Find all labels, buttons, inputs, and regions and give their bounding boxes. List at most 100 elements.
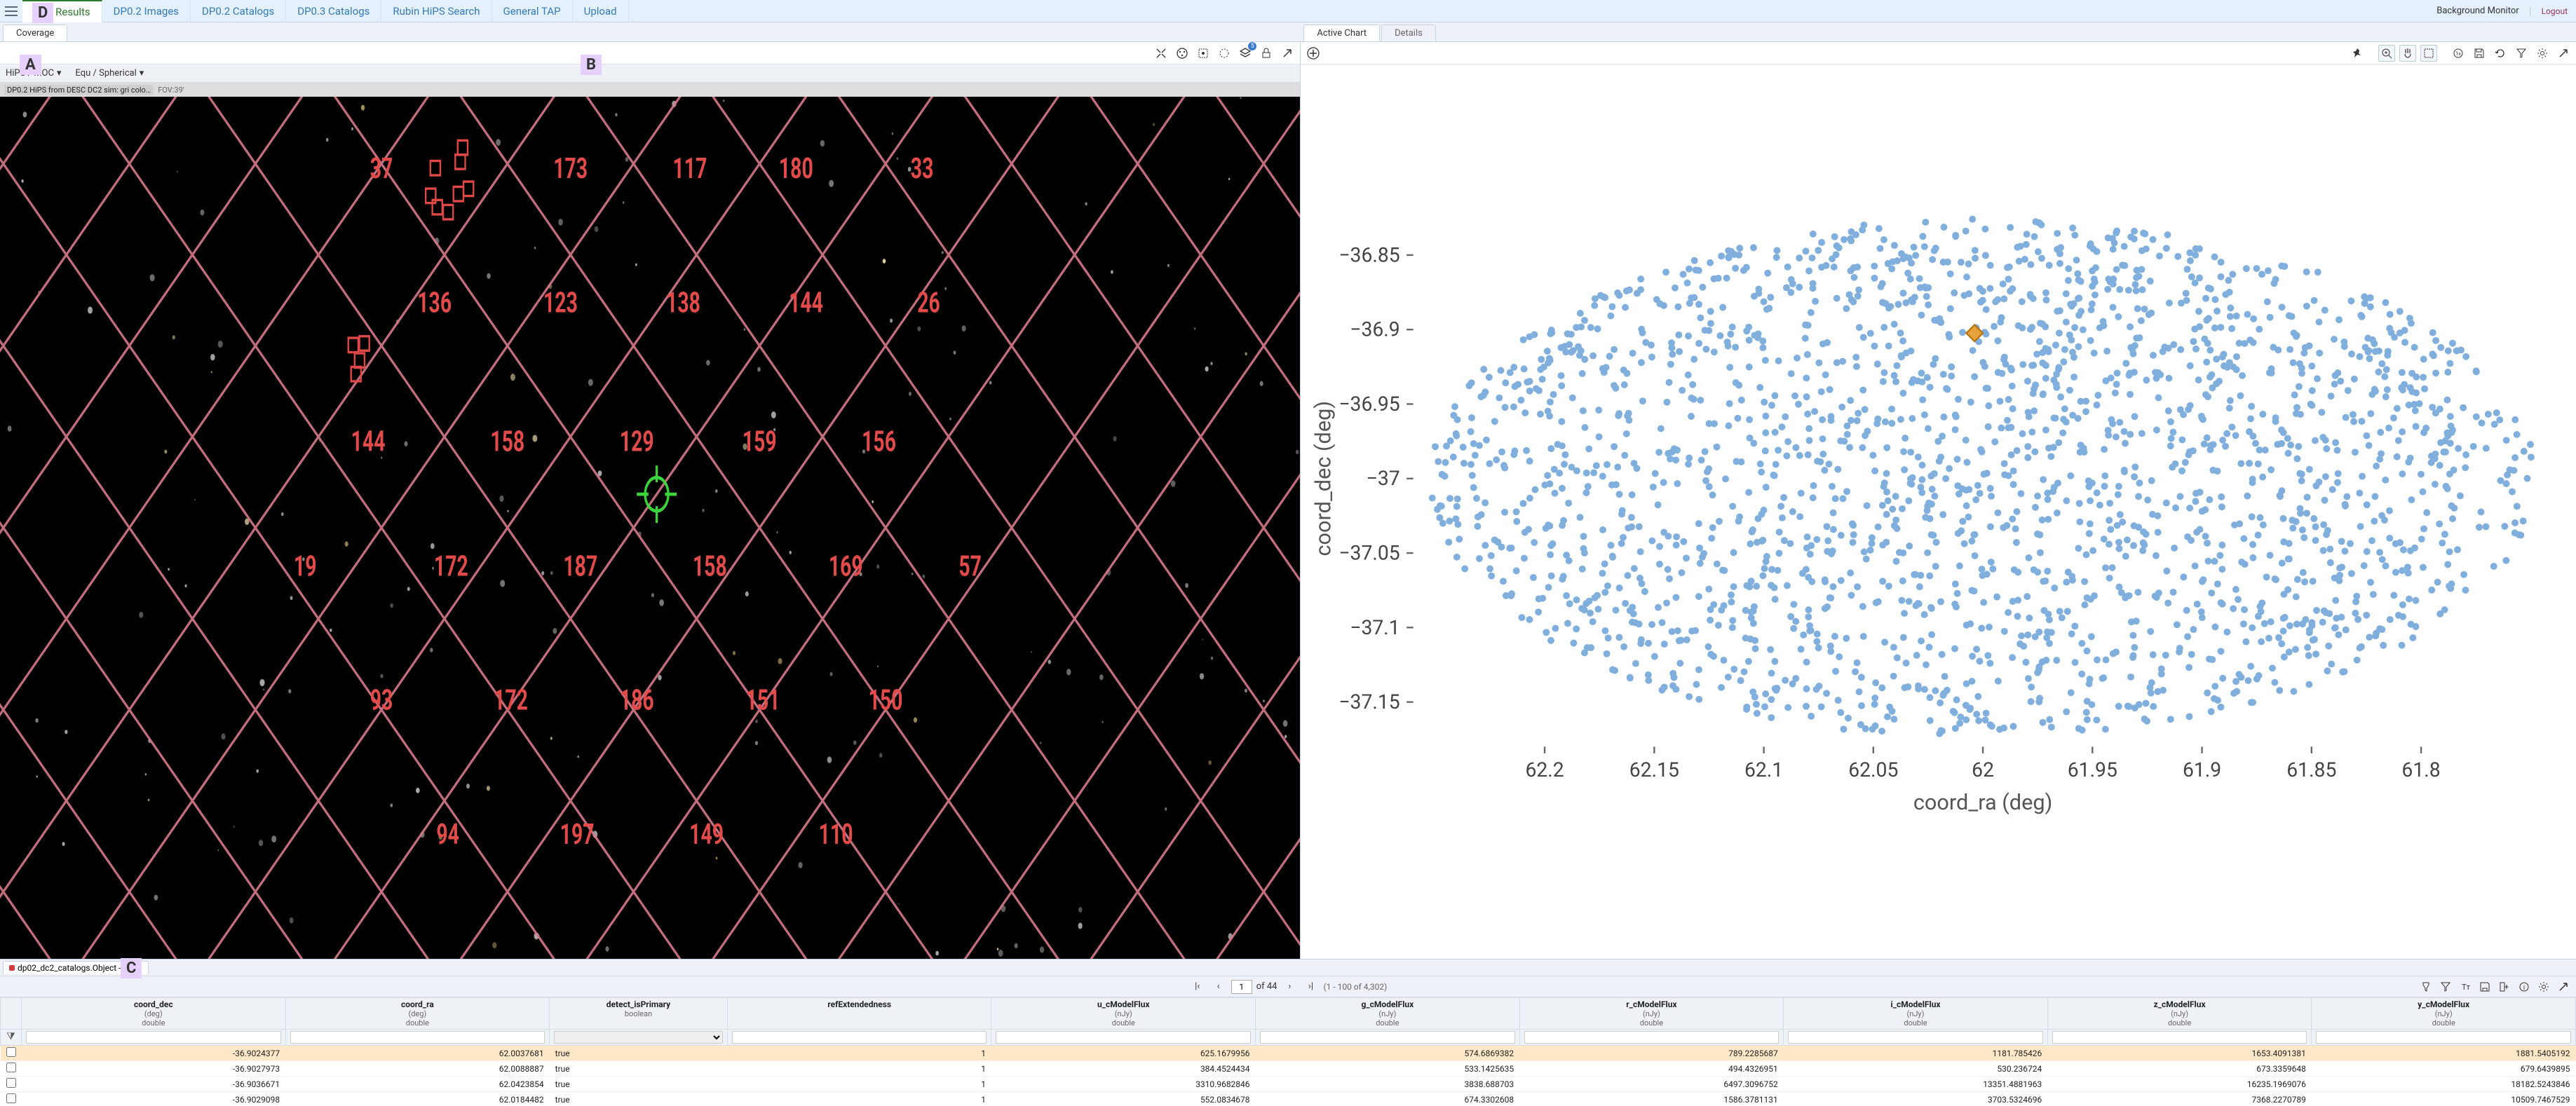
filter-input-z_cModelFlux[interactable] xyxy=(2052,1031,2307,1044)
svg-text:173: 173 xyxy=(553,151,588,186)
filter-input-coord_ra[interactable] xyxy=(290,1031,545,1044)
page-last-icon[interactable]: ›| xyxy=(1302,978,1319,995)
tab-dp03-catalogs[interactable]: DP0.3 Catalogs xyxy=(286,0,381,22)
select-box-icon[interactable] xyxy=(2420,45,2437,62)
col-header-y_cModelFlux[interactable]: y_cModelFlux(nJy)double xyxy=(2312,998,2576,1030)
svg-text:158: 158 xyxy=(490,424,524,458)
gear-icon[interactable] xyxy=(2534,45,2551,62)
cell-y_cModelFlux: 10509.7467529 xyxy=(2312,1092,2576,1106)
svg-text:136: 136 xyxy=(417,285,452,320)
table-scroll-wrap[interactable]: coord_dec(deg)doublecoord_ra(deg)doubled… xyxy=(0,997,2576,1106)
cell-refExtendedness: 1 xyxy=(727,1077,991,1092)
pager-controls: |‹ ‹ of 44 › ›| (1 - 100 of 4,302) xyxy=(1189,978,1388,995)
annotation-C: C xyxy=(121,958,142,978)
tab-dp02-catalogs[interactable]: DP0.2 Catalogs xyxy=(191,0,286,22)
subtab-coverage[interactable]: Coverage xyxy=(3,25,67,41)
sky-image-canvas[interactable]: 3717311718033136123138144261441581291591… xyxy=(0,97,1300,959)
cell-detect_isPrimary: true xyxy=(550,1046,728,1061)
logout-link[interactable]: Logout xyxy=(2542,6,2568,16)
row-checkbox[interactable] xyxy=(6,1063,16,1072)
page-prev-icon[interactable]: ‹ xyxy=(1210,978,1227,995)
chart-expand-icon[interactable] xyxy=(2555,45,2572,62)
col-header-refExtendedness[interactable]: refExtendedness xyxy=(727,998,991,1030)
cell-u_cModelFlux: 552.0834678 xyxy=(991,1092,1256,1106)
zoom-in-icon[interactable] xyxy=(2378,45,2395,62)
table-text-icon[interactable]: Tт xyxy=(2457,978,2474,995)
chart-pane: 1x −36.85−36.9−36.95−37−37.05−37.1−37.15… xyxy=(1301,42,2576,959)
filter-icon[interactable] xyxy=(2513,45,2530,62)
add-chart-icon[interactable] xyxy=(1305,45,1322,62)
table-addcol-icon[interactable] xyxy=(2496,978,2513,995)
save-chart-icon[interactable] xyxy=(2471,45,2488,62)
filter-select-detect_isPrimary[interactable] xyxy=(554,1031,723,1044)
subtab-details[interactable]: Details xyxy=(1381,25,1436,41)
restore-icon[interactable] xyxy=(2492,45,2509,62)
filter-input-y_cModelFlux[interactable] xyxy=(2316,1031,2571,1044)
table-gear-icon[interactable] xyxy=(2535,978,2552,995)
tab-upload[interactable]: Upload xyxy=(573,0,629,22)
expand-arrow-icon[interactable] xyxy=(1279,45,1296,62)
svg-text:169: 169 xyxy=(829,549,863,583)
region-icon[interactable] xyxy=(1216,45,1233,62)
center-icon[interactable] xyxy=(1195,45,1212,62)
tab-label: DP0.3 Catalogs xyxy=(297,5,370,18)
table-save-icon[interactable] xyxy=(2476,978,2493,995)
tab-dp02-images[interactable]: DP0.2 Images xyxy=(102,0,191,22)
tools-icon[interactable] xyxy=(1153,45,1170,62)
svg-text:62.2: 62.2 xyxy=(1526,758,1564,781)
filter-input-coord_dec[interactable] xyxy=(26,1031,281,1044)
subtab-active-chart[interactable]: Active Chart xyxy=(1303,25,1380,41)
page-first-icon[interactable]: |‹ xyxy=(1189,978,1206,995)
filter-input-refExtendedness[interactable] xyxy=(732,1031,987,1044)
scatter-chart-canvas[interactable]: −36.85−36.9−36.95−37−37.05−37.1−37.1562.… xyxy=(1301,64,2576,959)
filter-input-g_cModelFlux[interactable] xyxy=(1260,1031,1515,1044)
table-filter-icon[interactable] xyxy=(2437,978,2454,995)
svg-text:156: 156 xyxy=(862,424,896,458)
tab-general-tap[interactable]: General TAP xyxy=(492,0,573,22)
cell-y_cModelFlux: 1881.5405192 xyxy=(2312,1046,2576,1061)
col-header-coord_dec[interactable]: coord_dec(deg)double xyxy=(22,998,286,1030)
col-header-i_cModelFlux[interactable]: i_cModelFlux(nJy)double xyxy=(1784,998,2048,1030)
background-monitor-link[interactable]: Background Monitor xyxy=(2436,6,2519,16)
pin-icon[interactable] xyxy=(2349,45,2366,62)
hamburger-menu-button[interactable] xyxy=(0,0,22,22)
lock-icon[interactable] xyxy=(1258,45,1275,62)
cell-u_cModelFlux: 3310.9682846 xyxy=(991,1077,1256,1092)
col-header-u_cModelFlux[interactable]: u_cModelFlux(nJy)double xyxy=(991,998,1256,1030)
tab-rubin-hips[interactable]: Rubin HiPS Search xyxy=(381,0,492,22)
table-actions-icon[interactable] xyxy=(2418,978,2434,995)
pan-icon[interactable] xyxy=(2399,45,2416,62)
col-header-z_cModelFlux[interactable]: z_cModelFlux(nJy)double xyxy=(2047,998,2312,1030)
projection-dropdown[interactable]: Equ / Spherical▾ xyxy=(75,68,144,78)
cell-coord_ra: 62.0037681 xyxy=(285,1046,550,1061)
filter-input-u_cModelFlux[interactable] xyxy=(996,1031,1251,1044)
filter-input-r_cModelFlux[interactable] xyxy=(1524,1031,1780,1044)
funnel-icon[interactable]: ⧩ xyxy=(6,1031,15,1042)
table-row[interactable]: -36.902437762.0037681true1625.1679956574… xyxy=(1,1046,2576,1061)
col-header-g_cModelFlux[interactable]: g_cModelFlux(nJy)double xyxy=(1256,998,1520,1030)
page-next-icon[interactable]: › xyxy=(1281,978,1298,995)
row-checkbox[interactable] xyxy=(6,1093,16,1103)
table-row[interactable]: -36.902797362.0088887true1384.4524434533… xyxy=(1,1061,2576,1077)
col-header-r_cModelFlux[interactable]: r_cModelFlux(nJy)double xyxy=(1519,998,1784,1030)
svg-text:−36.85: −36.85 xyxy=(1339,243,1400,266)
row-checkbox[interactable] xyxy=(6,1047,16,1057)
col-header-detect_isPrimary[interactable]: detect_isPrimaryboolean xyxy=(550,998,728,1030)
row-checkbox[interactable] xyxy=(6,1078,16,1088)
table-expand-icon[interactable] xyxy=(2555,978,2572,995)
layers-icon[interactable] xyxy=(1237,45,1254,62)
color-palette-icon[interactable] xyxy=(1174,45,1191,62)
left-subtabs-row: Coverage xyxy=(0,22,1301,42)
sky-svg: 3717311718033136123138144261441581291591… xyxy=(0,97,1300,959)
col-header-coord_ra[interactable]: coord_ra(deg)double xyxy=(285,998,550,1030)
table-tab-row: dp02_dc2_catalogs.Object - ... × xyxy=(0,960,2576,976)
table-row[interactable]: -36.902909862.0184482true1552.0834678674… xyxy=(1,1092,2576,1106)
zoom-reset-icon[interactable]: 1x xyxy=(2450,45,2467,62)
table-row[interactable]: -36.903667162.0423854true13310.968284638… xyxy=(1,1077,2576,1092)
svg-text:62: 62 xyxy=(1972,758,1995,781)
page-number-input[interactable] xyxy=(1231,980,1252,994)
page-of-label: of 44 xyxy=(1256,981,1277,992)
filter-input-i_cModelFlux[interactable] xyxy=(1788,1031,2043,1044)
svg-text:150: 150 xyxy=(869,683,903,717)
table-info-icon[interactable]: i xyxy=(2516,978,2533,995)
